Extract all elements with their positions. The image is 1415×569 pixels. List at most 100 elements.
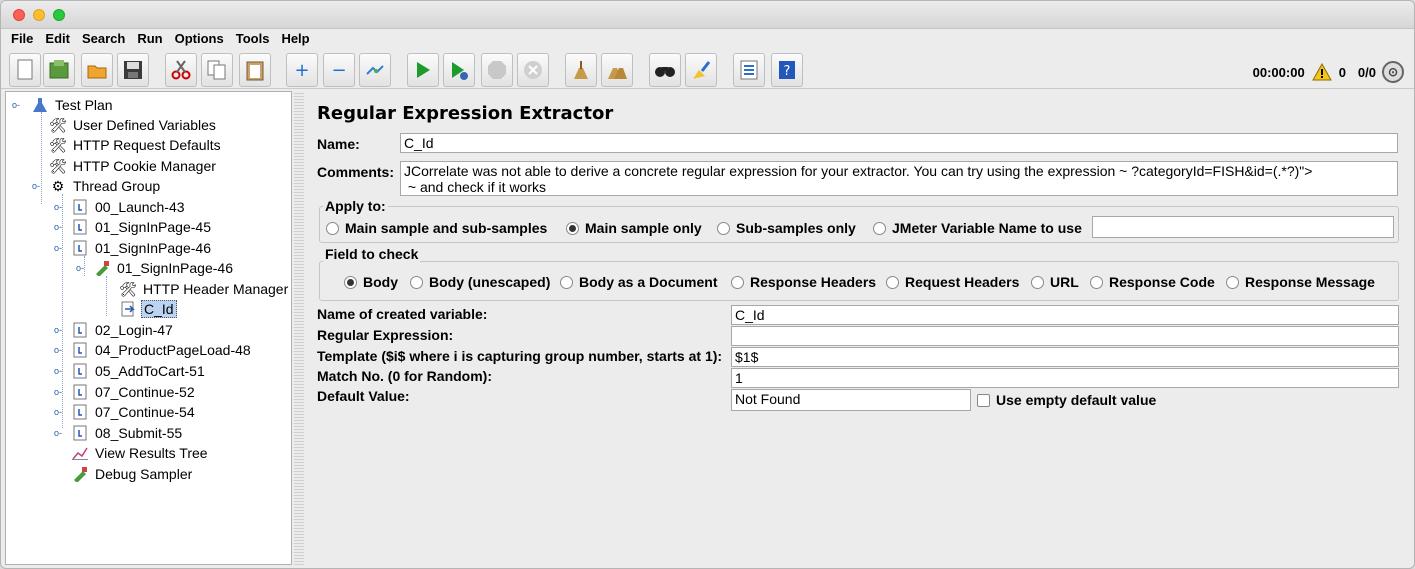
tree-node[interactable]: o- 08_Submit-55 [54,423,184,443]
templates-icon[interactable] [43,53,75,87]
clear-all-icon[interactable] [601,53,633,87]
expand-icon[interactable]: + [286,53,318,87]
radio-body-as-document[interactable]: Body as a Document [560,274,717,290]
clear-icon[interactable] [565,53,597,87]
zoom-window-button[interactable] [53,9,65,21]
expand-toggle-icon[interactable]: o- [54,345,64,355]
radio-icon [731,275,744,289]
cut-icon[interactable] [165,53,197,87]
collapse-toggle-icon[interactable]: o- [76,263,86,273]
default-value-field[interactable]: Not Found [731,389,971,411]
template-field[interactable]: $1$ [731,347,1399,367]
expand-toggle-icon[interactable]: o- [54,222,64,232]
warning-icon[interactable] [1311,62,1333,82]
tree-node[interactable]: Debug Sampler [70,464,194,484]
remote-engines-icon[interactable]: ⊙ [1382,61,1404,83]
search-icon[interactable] [649,53,681,87]
tree-node[interactable]: o- 02_Login-47 [54,320,175,340]
toggle-icon[interactable] [359,53,391,87]
menu-options[interactable]: Options [169,29,230,49]
use-empty-default-checkbox[interactable]: Use empty default value [977,392,1156,408]
start-no-pause-icon[interactable] [443,53,475,87]
radio-response-headers[interactable]: Response Headers [731,274,876,290]
tree-node-label: 04_ProductPageLoad-48 [95,342,251,358]
radio-body-unescaped[interactable]: Body (unescaped) [410,274,550,290]
tree-node[interactable]: 🛠 HTTP Cookie Manager [48,156,218,176]
tree-node[interactable]: o- 01_SignInPage-45 [54,217,213,237]
split-pane-divider[interactable] [294,91,304,565]
expand-toggle-icon[interactable]: o- [54,407,64,417]
minimize-window-button[interactable] [33,9,45,21]
menu-run[interactable]: Run [131,29,168,49]
radio-label: Main sample only [585,220,702,236]
save-icon[interactable] [117,53,149,87]
expand-toggle-icon[interactable]: o- [54,428,64,438]
expand-toggle-icon[interactable]: o- [54,202,64,212]
new-icon[interactable] [9,53,41,87]
variable-name-field[interactable]: C_Id [731,305,1399,325]
radio-label: Sub-samples only [736,220,856,236]
tree-node[interactable]: o- 01_SignInPage-46 [76,258,235,278]
close-window-button[interactable] [13,9,25,21]
radio-request-headers[interactable]: Request Headers [886,274,1019,290]
menu-help[interactable]: Help [275,29,315,49]
tree-node[interactable]: o- ⚙ Thread Group [32,176,162,196]
radio-body[interactable]: Body [344,274,398,290]
jmeter-variable-field[interactable] [1092,216,1394,238]
match-no-field[interactable]: 1 [731,368,1399,388]
tree-node[interactable]: o- 07_Continue-54 [54,402,197,422]
tree-node[interactable]: o- 01_SignInPage-46 [54,238,213,258]
reset-search-icon[interactable] [685,53,717,87]
tree-node[interactable]: 🛠 HTTP Header Manager [118,279,290,299]
copy-icon[interactable] [201,53,233,87]
apply-to-title: Apply to: [323,198,388,214]
config-icon: 🛠 [49,116,67,133]
paste-icon[interactable] [239,53,271,87]
tree-node[interactable]: o- 05_AddToCart-51 [54,361,207,381]
start-icon[interactable] [407,53,439,87]
tree-node[interactable]: o- 04_ProductPageLoad-48 [54,340,253,360]
collapse-icon[interactable]: − [323,53,355,87]
radio-url[interactable]: URL [1031,274,1079,290]
radio-label: Body [363,274,398,290]
tree-node-selected[interactable]: C_Id [118,299,177,319]
tree-node[interactable]: View Results Tree [70,443,210,463]
controller-icon [70,341,90,359]
collapse-toggle-icon[interactable]: o- [12,100,22,110]
stop-icon[interactable] [481,53,513,87]
controller-icon [70,424,90,442]
expand-toggle-icon[interactable]: o- [54,325,64,335]
collapse-toggle-icon[interactable]: o- [32,181,42,191]
radio-response-code[interactable]: Response Code [1090,274,1215,290]
name-field[interactable]: C_Id [400,133,1398,153]
menu-tools[interactable]: Tools [230,29,276,49]
radio-main-sample-only[interactable]: Main sample only [566,220,702,236]
tree-node-label: HTTP Cookie Manager [73,158,216,174]
help-icon[interactable]: ? [771,53,803,87]
tree-node-label: User Defined Variables [73,117,216,133]
collapse-toggle-icon[interactable]: o- [54,243,64,253]
regular-expression-field[interactable] [731,326,1399,346]
tree-node[interactable]: 🛠 User Defined Variables [48,115,218,135]
config-icon: 🛠 [119,280,137,297]
expand-toggle-icon[interactable]: o- [54,366,64,376]
radio-response-message[interactable]: Response Message [1226,274,1375,290]
tree-node[interactable]: o- 07_Continue-52 [54,382,197,402]
tree-node-label: 07_Continue-54 [95,404,195,420]
tree-node[interactable]: 🛠 HTTP Request Defaults [48,135,223,155]
comments-field[interactable]: JCorrelate was not able to derive a conc… [400,161,1398,196]
open-icon[interactable] [81,53,113,87]
radio-main-and-sub-samples[interactable]: Main sample and sub-samples [326,220,547,236]
expand-toggle-icon[interactable]: o- [54,387,64,397]
radio-icon [326,221,339,235]
menu-search[interactable]: Search [76,29,131,49]
radio-sub-samples-only[interactable]: Sub-samples only [717,220,856,236]
function-helper-icon[interactable] [733,53,765,87]
radio-label: Response Headers [750,274,877,290]
shutdown-icon[interactable] [517,53,549,87]
radio-jmeter-variable[interactable]: JMeter Variable Name to use [873,220,1082,236]
tree-node[interactable]: o- 00_Launch-43 [54,197,187,217]
menu-file[interactable]: File [5,29,39,49]
tree-node[interactable]: o- Test Plan [12,95,115,115]
menu-edit[interactable]: Edit [39,29,76,49]
